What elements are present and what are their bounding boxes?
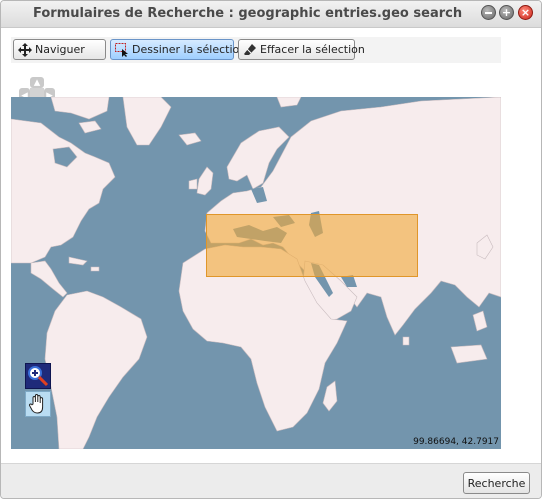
pan-up-button[interactable]: ▴ [30, 75, 44, 90]
minimize-button[interactable] [481, 5, 496, 20]
draw-selection-icon [115, 42, 129, 57]
hand-icon [29, 393, 44, 414]
minimize-icon [485, 11, 492, 14]
draw-selection-label: Dessiner la sélection [132, 43, 247, 56]
dialog-footer: Recherche [1, 463, 541, 498]
search-button[interactable]: Recherche [463, 472, 530, 494]
navigate-button[interactable]: Naviguer [13, 39, 106, 60]
search-dialog: Formulaires de Recherche : geographic en… [0, 0, 542, 499]
pan-tool[interactable] [25, 391, 51, 417]
dialog-title: Formulaires de Recherche : geographic en… [33, 6, 463, 21]
maximize-button[interactable]: + [499, 5, 514, 20]
clear-selection-label: Effacer la sélection [260, 43, 365, 56]
mouse-coordinates: 99.86694, 42.7917 [413, 437, 499, 447]
map-canvas[interactable]: 99.86694, 42.7917 [11, 97, 501, 449]
clear-selection-button[interactable]: Effacer la sélection [238, 39, 365, 60]
draw-selection-button[interactable]: Dessiner la sélection [110, 39, 246, 60]
zoom-in-magnifier-icon [28, 366, 49, 387]
zoom-box-tool[interactable] [25, 363, 51, 389]
dialog-titlebar[interactable]: Formulaires de Recherche : geographic en… [1, 1, 541, 28]
close-button[interactable]: × [518, 5, 533, 20]
move-icon [18, 42, 32, 57]
map-toolbar: Naviguer Dessiner la sélection Effacer l… [11, 37, 501, 63]
navigate-label: Naviguer [35, 43, 85, 56]
eraser-icon [243, 43, 257, 57]
selection-rectangle[interactable] [206, 214, 418, 277]
